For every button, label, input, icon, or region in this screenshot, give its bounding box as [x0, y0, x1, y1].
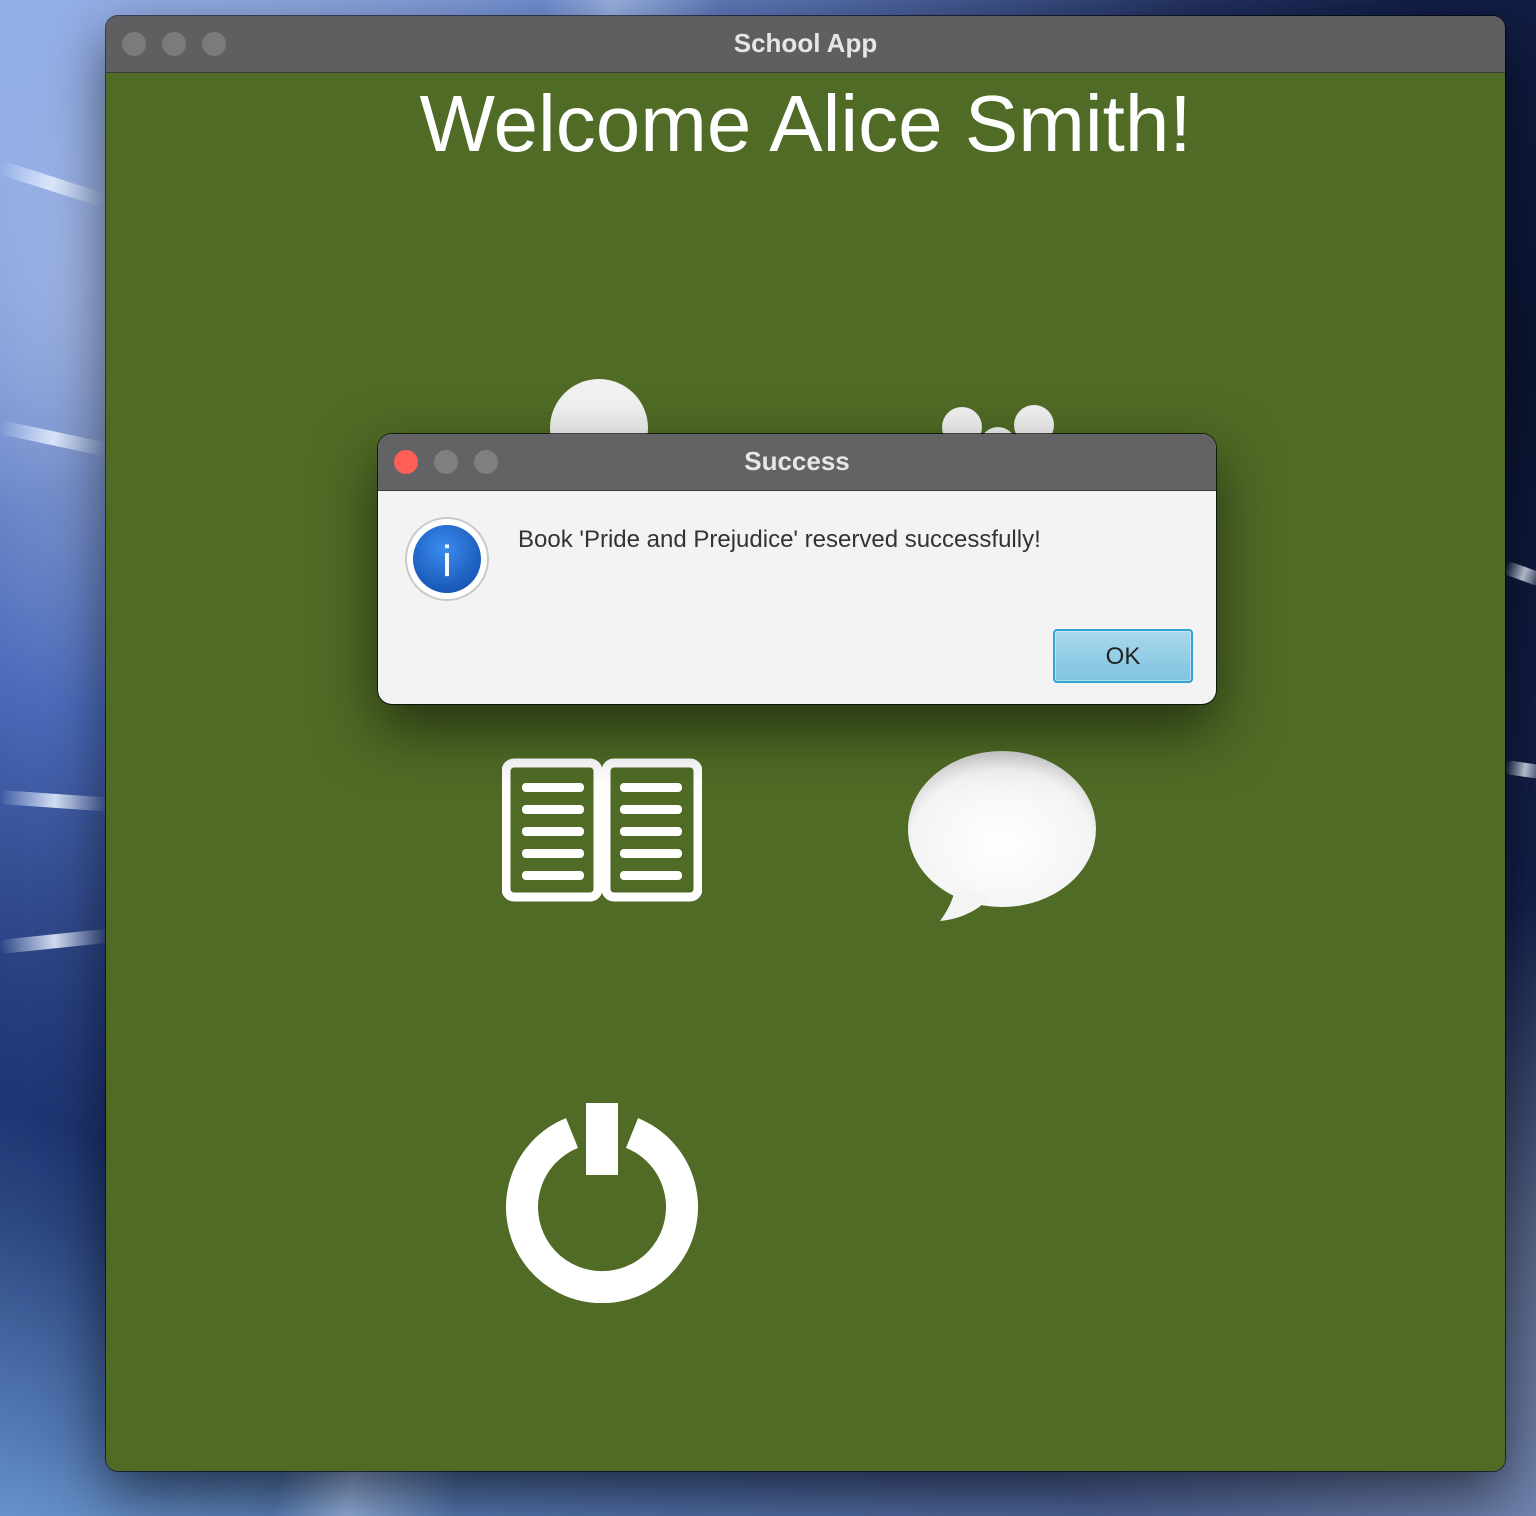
wallpaper-streak [0, 420, 110, 457]
dialog-titlebar[interactable]: Success [378, 434, 1216, 491]
dialog-message: Book 'Pride and Prejudice' reserved succ… [518, 526, 1041, 553]
wallpaper-streak [1504, 760, 1536, 780]
wallpaper-streak [0, 160, 107, 208]
ok-button[interactable]: OK [1053, 629, 1193, 683]
svg-text:i: i [442, 537, 452, 586]
chat-bubble-icon [908, 751, 1096, 921]
wallpaper-streak [0, 790, 111, 812]
book-icon [501, 758, 703, 902]
power-icon [506, 1103, 698, 1304]
main-content: Welcome Alice Smith! [106, 73, 1505, 1471]
dialog-title: Success [744, 446, 850, 476]
wallpaper-streak [1502, 560, 1536, 588]
logout-button[interactable] [502, 1103, 702, 1304]
info-icon: i [404, 516, 490, 602]
school-app-window: School App Welcome Alice Smith! [106, 16, 1505, 1471]
wallpaper-streak [0, 928, 111, 954]
welcome-heading: Welcome Alice Smith! [419, 79, 1192, 168]
messages-button[interactable] [904, 751, 1100, 927]
success-dialog: Success i Book 'Pride and Prejudice' res… [378, 434, 1216, 704]
library-button[interactable] [501, 757, 703, 905]
window-title: School App [733, 28, 878, 58]
window-titlebar[interactable]: School App [106, 16, 1505, 73]
